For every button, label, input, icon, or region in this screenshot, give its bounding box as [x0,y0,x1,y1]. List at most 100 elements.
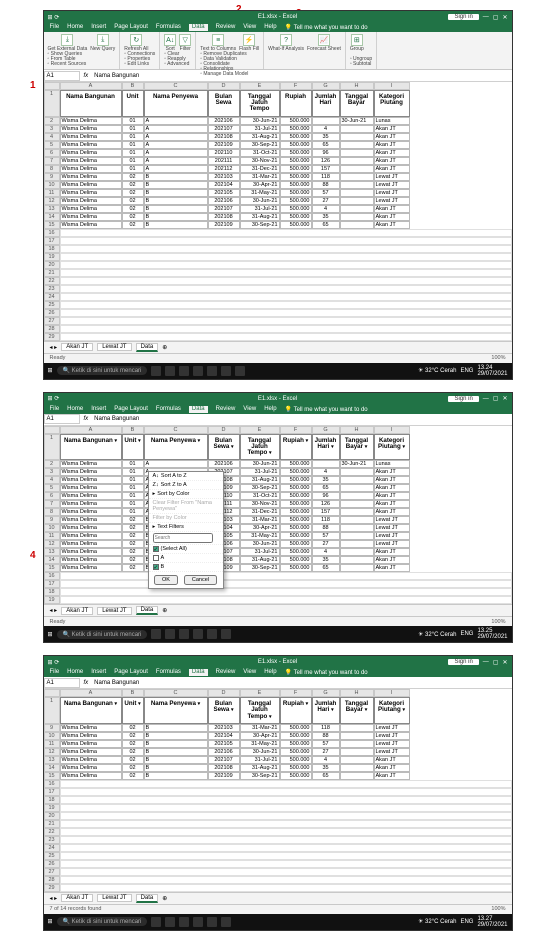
cell[interactable]: 30-Jun-21 [240,748,280,756]
cell[interactable] [312,117,340,125]
cell[interactable]: 500.000 [280,492,312,500]
cell[interactable]: 31-Jul-21 [240,756,280,764]
new-sheet[interactable]: ⊕ [162,895,167,902]
cell[interactable]: 02 [122,221,144,229]
col-header-I[interactable]: I [374,689,410,697]
ribbon-group[interactable]: ⊞Group [350,34,364,52]
cell[interactable]: 500.000 [280,221,312,229]
table-row[interactable]: 9Wisma Delima02B20210331-Mar-21500.00011… [44,173,512,181]
cell[interactable]: 02 [122,548,144,556]
cell[interactable]: Wisma Delima [60,500,122,508]
cell[interactable]: Akan JT [374,492,410,500]
ribbon-recent-sources[interactable]: ▫ Recent Sources [48,62,116,67]
cell[interactable]: 31-Aug-21 [240,764,280,772]
cell[interactable]: 65 [312,221,340,229]
cell[interactable]: B [144,764,208,772]
menu-formulas[interactable]: Formulas [156,24,181,31]
col-header-H[interactable]: H [340,689,374,697]
row-header[interactable]: 6 [44,492,60,500]
table-row[interactable]: 6Wisma Delima01A20211031-Oct-21500.00096… [44,492,512,500]
header-8[interactable]: Kategori Piutang ▾ [374,434,410,461]
cell[interactable]: 31-Aug-21 [240,213,280,221]
cell[interactable]: 202108 [208,133,240,141]
cell[interactable]: 02 [122,748,144,756]
cell[interactable] [340,764,374,772]
cell[interactable]: Wisma Delima [60,476,122,484]
cell[interactable]: 30-Jun-21 [240,197,280,205]
minimize-icon[interactable]: — [483,14,489,20]
row-header[interactable]: 5 [44,484,60,492]
cell[interactable]: Wisma Delima [60,524,122,532]
cell[interactable]: Akan JT [374,476,410,484]
col-header-A[interactable]: A [60,426,122,434]
ribbon-new-query[interactable]: ⤓New Query [90,34,115,52]
cell[interactable]: Wisma Delima [60,484,122,492]
cell[interactable]: 202112 [208,165,240,173]
col-header-G[interactable]: G [312,82,340,90]
cell[interactable] [340,772,374,780]
ribbon-sort[interactable]: A↓Sort [164,34,176,52]
cell[interactable]: Wisma Delima [60,221,122,229]
row-header[interactable]: 8 [44,508,60,516]
menu-formulas[interactable]: Formulas [156,669,181,676]
cell[interactable]: A [144,149,208,157]
menu-data[interactable]: Data [189,669,208,676]
menu-insert[interactable]: Insert [91,669,106,676]
cell[interactable]: 500.000 [280,484,312,492]
cell[interactable]: Wisma Delima [60,492,122,500]
lang[interactable]: ENG [460,368,473,374]
cell[interactable]: 30-Apr-21 [240,732,280,740]
cell[interactable]: 30-Sep-21 [240,141,280,149]
cell[interactable]: Akan JT [374,133,410,141]
sort-za[interactable]: Z↓ Sort Z to A [149,481,223,490]
cell[interactable] [340,141,374,149]
col-header-F[interactable]: F [280,689,312,697]
cell[interactable]: 31-Aug-21 [240,133,280,141]
table-row[interactable]: 5Wisma Delima01A20210930-Sep-21500.00065… [44,141,512,149]
cell[interactable]: Akan JT [374,213,410,221]
cell[interactable]: Akan JT [374,564,410,572]
cell[interactable] [340,548,374,556]
name-box[interactable]: A1 [44,71,80,81]
cell[interactable]: 35 [312,764,340,772]
cell[interactable]: 01 [122,492,144,500]
row-header[interactable]: 10 [44,732,60,740]
cell[interactable]: Wisma Delima [60,189,122,197]
cell[interactable]: Lewat JT [374,189,410,197]
cell[interactable] [312,460,340,468]
sheet-tab-lewat-jt[interactable]: Lewat JT [97,894,131,902]
cell[interactable]: B [144,189,208,197]
cell[interactable]: 500.000 [280,556,312,564]
cell[interactable]: 02 [122,556,144,564]
cell[interactable]: 01 [122,460,144,468]
menu-insert[interactable]: Insert [91,24,106,31]
cell[interactable]: 500.000 [280,476,312,484]
row-header[interactable]: 9 [44,516,60,524]
cell[interactable]: 157 [312,508,340,516]
row-header[interactable]: 5 [44,141,60,149]
ribbon-refresh-all[interactable]: ↻Refresh All [124,34,148,52]
cell[interactable] [340,516,374,524]
opt-a[interactable]: A [149,554,223,563]
ribbon-filter[interactable]: ▽Filter [179,34,191,52]
table-row[interactable]: 9Wisma Delima02B20210331-Mar-21500.00011… [44,516,512,524]
table-row[interactable]: 10Wisma Delima02B20210430-Apr-21500.0008… [44,524,512,532]
cell[interactable] [340,189,374,197]
cell[interactable]: 202108 [208,213,240,221]
cell[interactable]: 31-Jul-21 [240,468,280,476]
cell[interactable]: 31-Aug-21 [240,556,280,564]
cell[interactable]: Lewat JT [374,173,410,181]
header-0[interactable]: Nama Bangunan ▾ [60,434,122,461]
cell[interactable]: Lewat JT [374,740,410,748]
cell[interactable]: 500.000 [280,748,312,756]
header-3[interactable]: Bulan Sewa ▾ [208,697,240,724]
col-header-E[interactable]: E [240,689,280,697]
table-row[interactable]: 14Wisma Delima02B20210831-Aug-21500.0003… [44,556,512,564]
cell[interactable]: 118 [312,173,340,181]
row-header[interactable]: 12 [44,197,60,205]
cell[interactable] [340,468,374,476]
row-header[interactable]: 2 [44,460,60,468]
cell[interactable]: 31-Oct-21 [240,492,280,500]
filter-dropdown[interactable]: A↓ Sort A to Z Z↓ Sort Z to A ▸ Sort by … [148,471,224,589]
ribbon-get-external-data[interactable]: ⤓Get External Data [48,34,88,52]
